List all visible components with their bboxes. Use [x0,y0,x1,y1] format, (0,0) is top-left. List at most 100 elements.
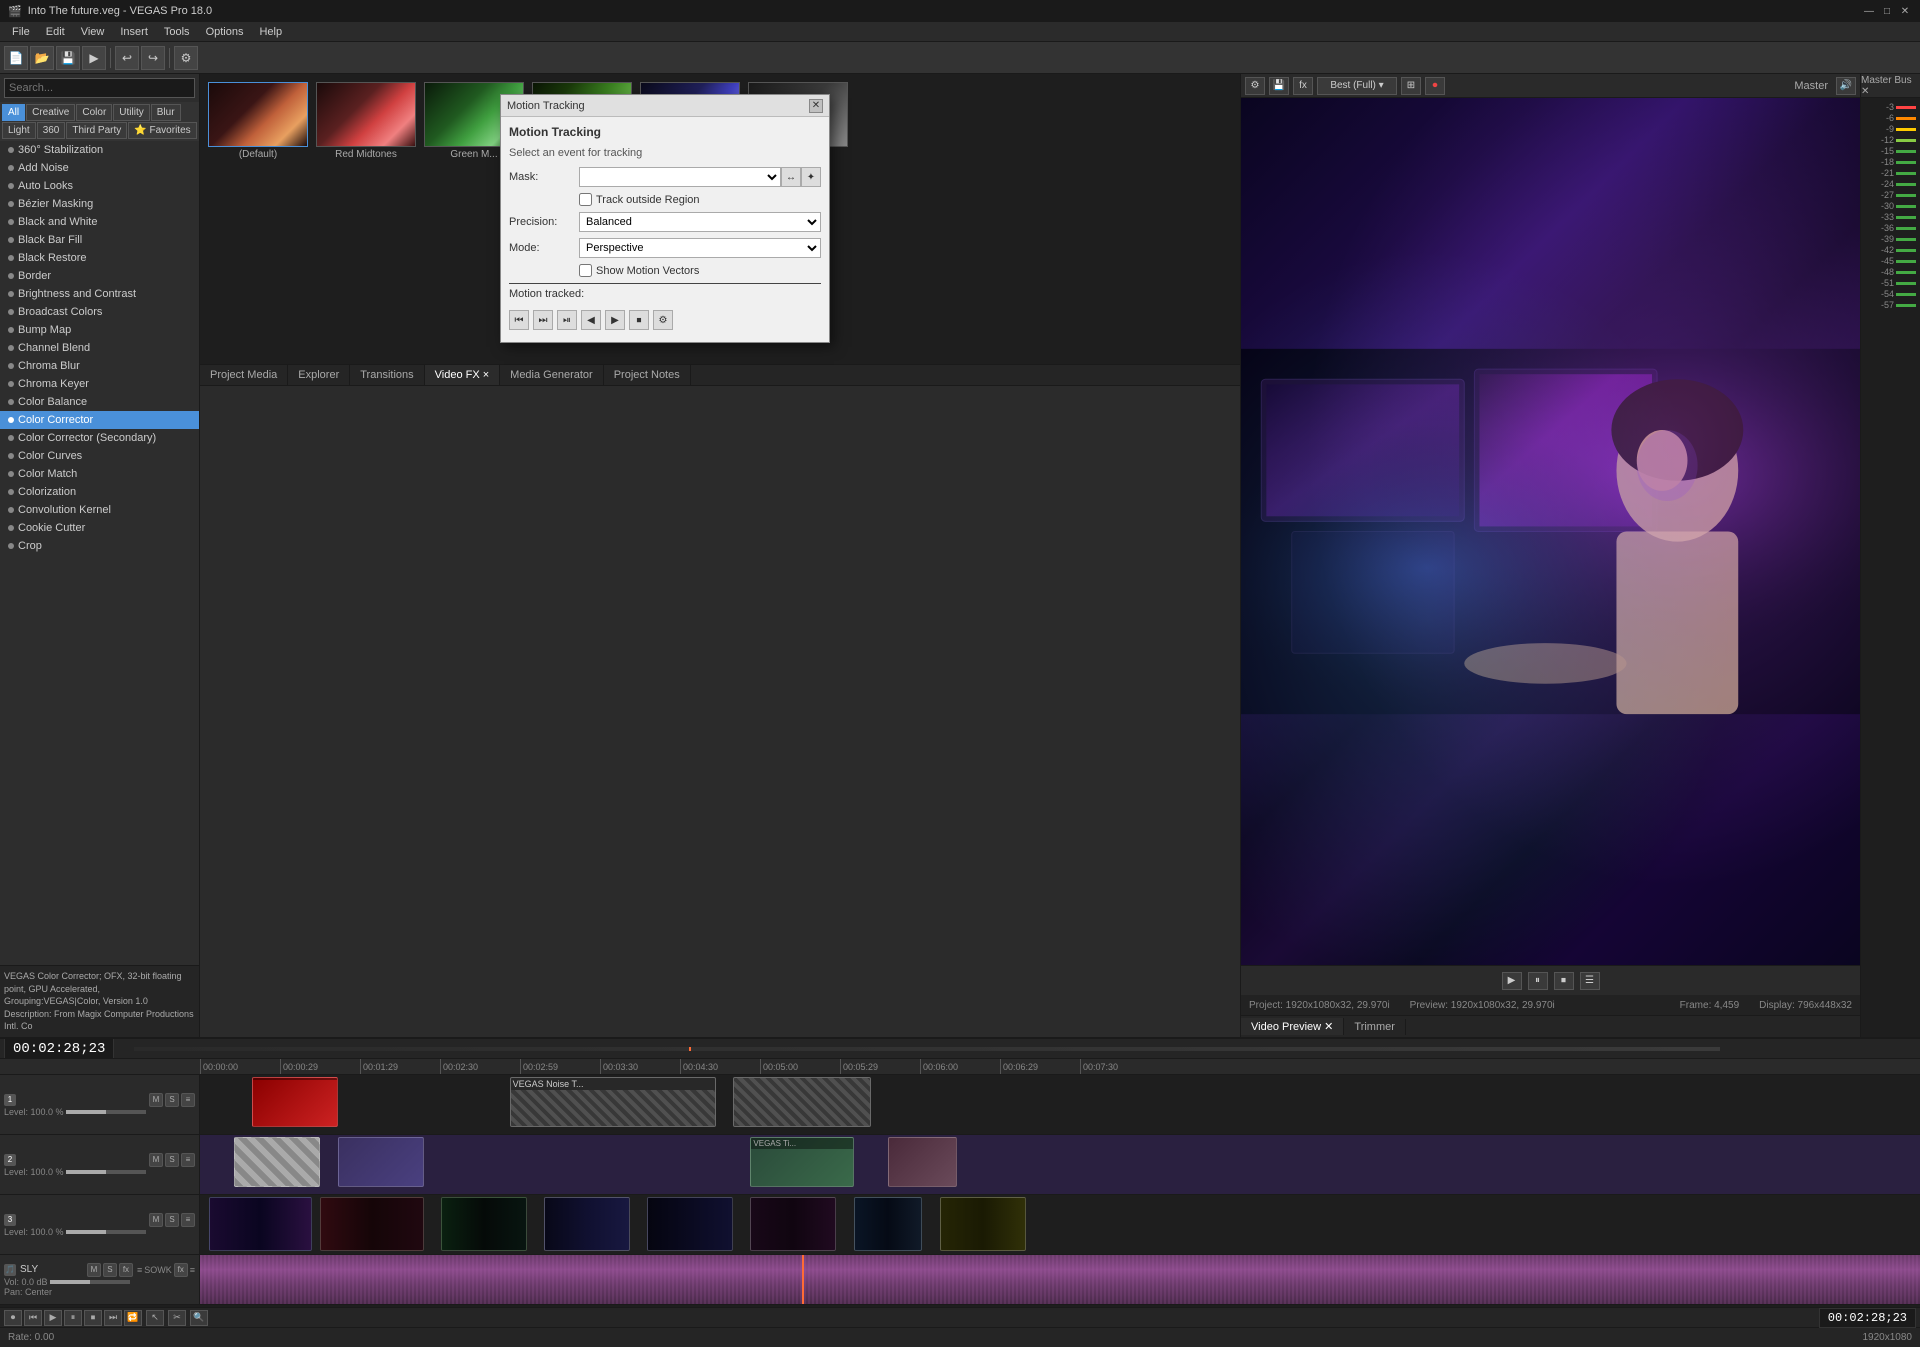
track-audio-fx[interactable]: fx [119,1263,133,1277]
transport-prev[interactable]: ⏮ [24,1310,42,1326]
clip-3-6[interactable] [750,1197,836,1251]
transport-record[interactable]: ⏺ [4,1310,22,1326]
track-action-btn4[interactable]: ◀ [581,310,601,330]
track-2-mute[interactable]: M [149,1153,163,1167]
menu-edit[interactable]: Edit [38,24,73,40]
track-3-mute[interactable]: M [149,1213,163,1227]
track-action-btn7[interactable]: ⚙ [653,310,673,330]
preview-loop-btn[interactable]: ☰ [1580,972,1600,990]
track-action-btn6[interactable]: ⏹ [629,310,649,330]
close-button[interactable]: ✕ [1898,4,1912,18]
tab-utility[interactable]: Utility [113,104,149,121]
preview-save-btn[interactable]: 💾 [1269,77,1289,95]
menu-tools[interactable]: Tools [156,24,198,40]
preview-stop-btn[interactable]: ⏹ [1554,972,1574,990]
clip-3-4[interactable] [544,1197,630,1251]
tl-tool-edit[interactable]: ✂ [168,1310,186,1326]
fx-item-360-stab[interactable]: 360° Stabilization [0,141,199,159]
track-audio-fx2[interactable]: fx [174,1263,188,1277]
mode-select[interactable]: Perspective Affine Translation [579,238,821,258]
tab-explorer[interactable]: Explorer [288,365,350,385]
transport-stop[interactable]: ⏹ [84,1310,102,1326]
new-button[interactable]: 📄 [4,46,28,70]
track-action-btn3[interactable]: ⏯ [557,310,577,330]
fx-item-convolution[interactable]: Convolution Kernel [0,501,199,519]
redo-button[interactable]: ↪ [141,46,165,70]
fx-item-broadcast[interactable]: Broadcast Colors [0,303,199,321]
clip-3-7[interactable] [854,1197,923,1251]
clip-1-2[interactable]: VEGAS Noise T... [510,1077,716,1127]
tab-360[interactable]: 360 [37,122,66,139]
thumb-red-midtones[interactable]: Red Midtones [316,82,416,160]
track-1-level-slider[interactable] [66,1110,146,1114]
fx-item-border[interactable]: Border [0,267,199,285]
tab-transitions[interactable]: Transitions [350,365,424,385]
preview-play-btn[interactable]: ▶ [1502,972,1522,990]
preview-quality-select[interactable]: Best (Full) ▾ [1317,77,1397,95]
tl-tool-zoom[interactable]: 🔍 [190,1310,208,1326]
track-action-btn1[interactable]: ⏮ [509,310,529,330]
fx-item-add-noise[interactable]: Add Noise [0,159,199,177]
prev-tab-trimmer[interactable]: Trimmer [1344,1019,1406,1035]
menu-options[interactable]: Options [198,24,252,40]
tab-project-media[interactable]: Project Media [200,365,288,385]
tab-creative[interactable]: Creative [26,104,75,121]
tab-all[interactable]: All [2,104,25,121]
mask-btn1[interactable]: ↔ [781,167,801,187]
clip-1-3[interactable] [733,1077,871,1127]
fx-item-color-match[interactable]: Color Match [0,465,199,483]
fx-item-color-corrector-sec[interactable]: Color Corrector (Secondary) [0,429,199,447]
prev-tab-video[interactable]: Video Preview ✕ [1241,1018,1344,1035]
track-2-level-slider[interactable] [66,1170,146,1174]
track-action-btn5[interactable]: ▶ [605,310,625,330]
settings-button[interactable]: ⚙ [174,46,198,70]
precision-select[interactable]: Balanced Fast Accurate [579,212,821,232]
track-outside-checkbox[interactable] [579,193,592,206]
fx-item-bezier-masking[interactable]: Bézier Masking [0,195,199,213]
clip-3-3[interactable] [441,1197,527,1251]
undo-button[interactable]: ↩ [115,46,139,70]
fx-item-brightness[interactable]: Brightness and Contrast [0,285,199,303]
preview-fx-btn[interactable]: fx [1293,77,1313,95]
fx-item-channel-blend[interactable]: Channel Blend [0,339,199,357]
mask-btn2[interactable]: ✦ [801,167,821,187]
tl-tool-select[interactable]: ↖ [146,1310,164,1326]
transport-play[interactable]: ▶ [44,1310,62,1326]
tab-third-party[interactable]: Third Party [66,122,127,139]
fx-item-color-curves[interactable]: Color Curves [0,447,199,465]
fx-item-crop[interactable]: Crop [0,537,199,555]
thumb-default[interactable]: (Default) [208,82,308,160]
clip-3-8[interactable] [940,1197,1026,1251]
track-2-lock[interactable]: ≡ [181,1153,195,1167]
tab-color[interactable]: Color [76,104,112,121]
track-audio-solo[interactable]: S [103,1263,117,1277]
fx-item-auto-looks[interactable]: Auto Looks [0,177,199,195]
clip-2-3[interactable]: VEGAS Ti... [750,1137,853,1187]
window-controls[interactable]: — □ ✕ [1862,4,1912,18]
track-1-solo[interactable]: S [165,1093,179,1107]
menu-file[interactable]: File [4,24,38,40]
track-1-lock[interactable]: ≡ [181,1093,195,1107]
preview-split-btn[interactable]: ⊞ [1401,77,1421,95]
preview-rec-btn[interactable]: ⏺ [1425,77,1445,95]
fx-item-color-balance[interactable]: Color Balance [0,393,199,411]
transport-pause[interactable]: ⏸ [64,1310,82,1326]
clip-3-2[interactable] [320,1197,423,1251]
fx-item-color-corrector[interactable]: Color Corrector [0,411,199,429]
fx-search-input[interactable] [4,78,195,98]
tab-media-generator[interactable]: Media Generator [500,365,604,385]
clip-1-1[interactable] [252,1077,338,1127]
track-audio-vol-slider[interactable] [50,1280,130,1284]
clip-2-2[interactable] [338,1137,424,1187]
dialog-close-button[interactable]: ✕ [809,99,823,113]
fx-item-chroma-blur[interactable]: Chroma Blur [0,357,199,375]
track-2-solo[interactable]: S [165,1153,179,1167]
fx-item-black-bar[interactable]: Black Bar Fill [0,231,199,249]
clip-3-5[interactable] [647,1197,733,1251]
maximize-button[interactable]: □ [1880,4,1894,18]
save-button[interactable]: 💾 [56,46,80,70]
fx-item-chroma-keyer[interactable]: Chroma Keyer [0,375,199,393]
show-vectors-checkbox[interactable] [579,264,592,277]
tab-project-notes[interactable]: Project Notes [604,365,691,385]
preview-pause-btn[interactable]: ⏸ [1528,972,1548,990]
